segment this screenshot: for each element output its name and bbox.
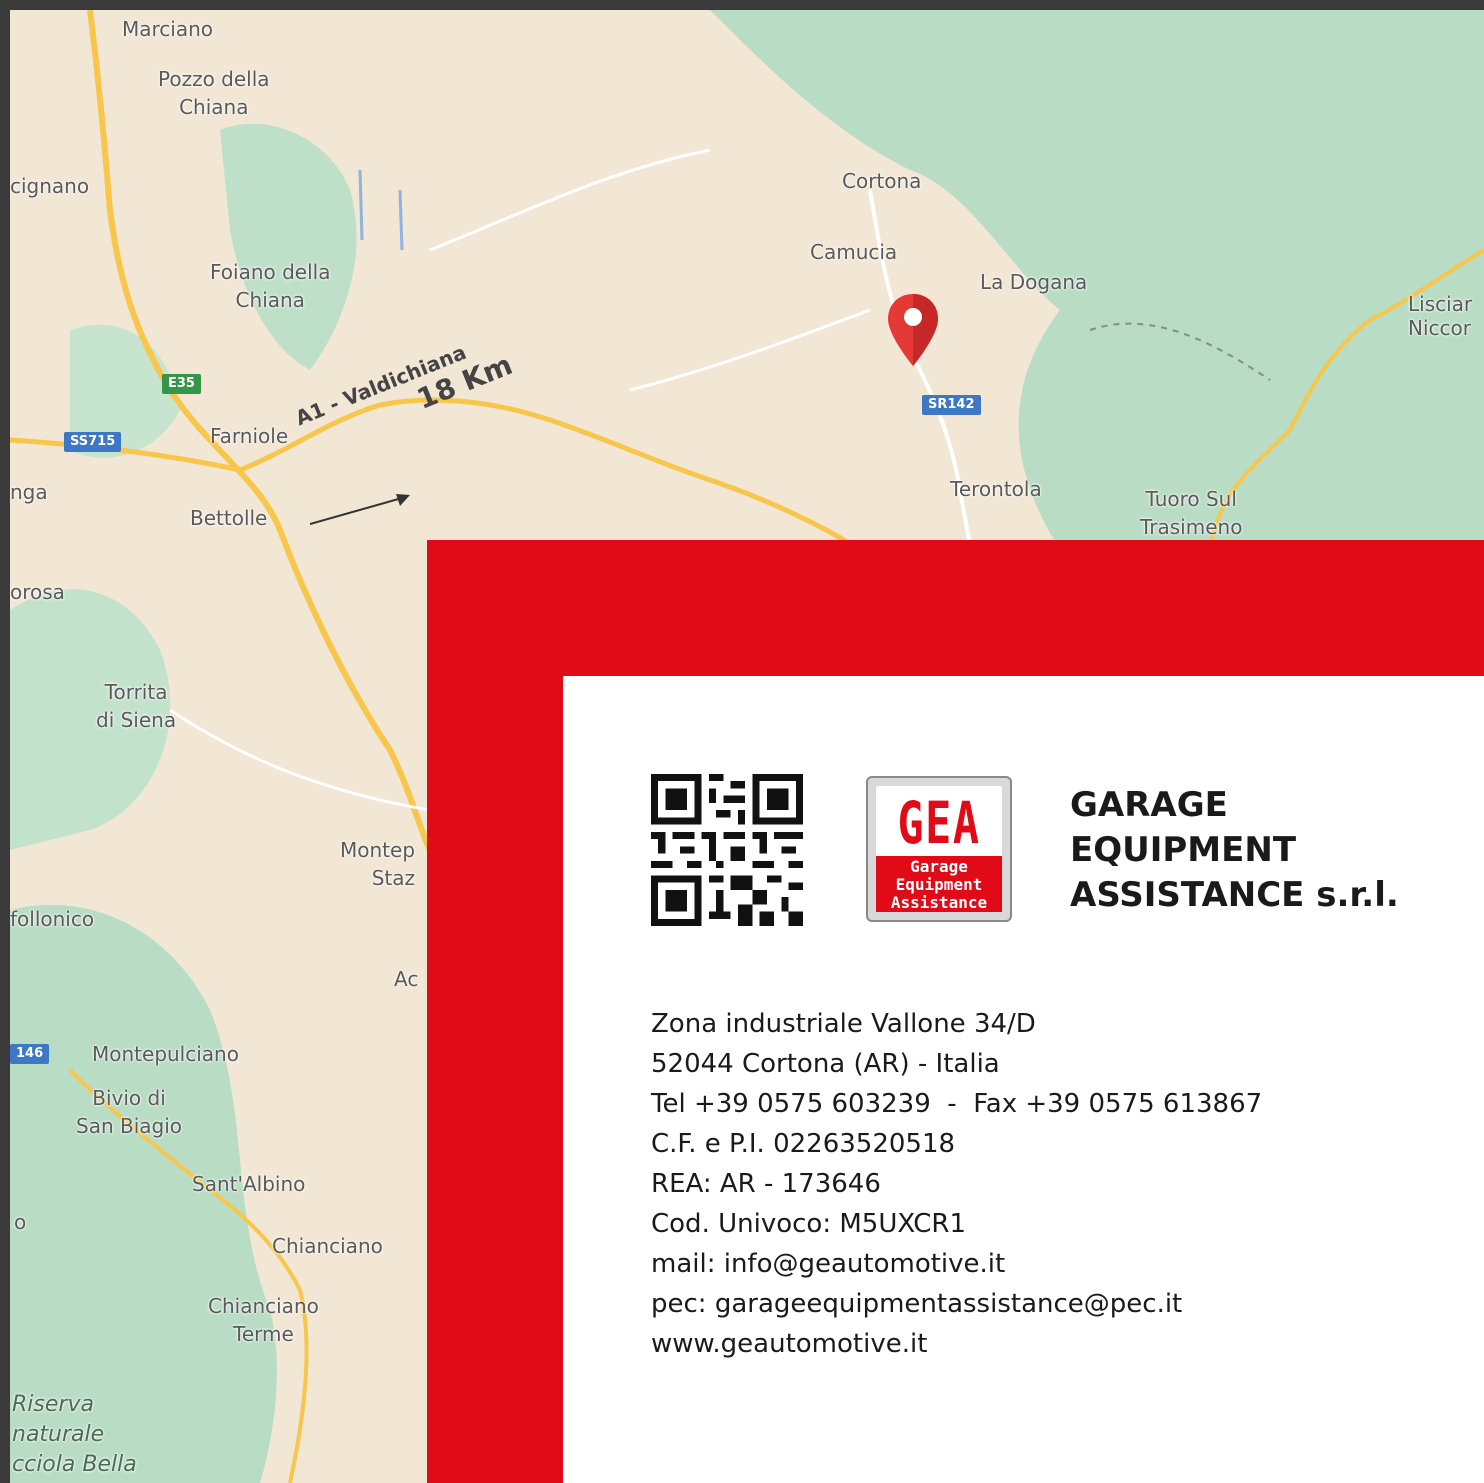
place-label-cortona: Cortona [842, 169, 922, 193]
place-label-terontola: Terontola [950, 477, 1042, 501]
company-line-1: GARAGE [1070, 785, 1228, 825]
city-line: 52044 Cortona (AR) - Italia [651, 1049, 1000, 1079]
contact-info: Zona industriale Vallone 34/D 52044 Cort… [651, 1004, 1262, 1364]
company-line-3: ASSISTANCE s.r.l. [1070, 875, 1399, 915]
website-link[interactable]: www.geautomotive.it [651, 1324, 1262, 1364]
place-label-montepulciano: Montepulciano [92, 1042, 239, 1066]
forest-northwest [220, 123, 357, 370]
place-label-bettolle: Bettolle [190, 506, 268, 530]
place-label-santalbino: Sant'Albino [192, 1172, 306, 1196]
place-label-bivio: Bivio di San Biagio [76, 1086, 183, 1138]
logo-sub-line-1: Garage [910, 857, 968, 876]
road-minor-1 [169, 708, 431, 812]
place-label-cignano: cignano [10, 174, 90, 198]
map-pin-icon[interactable] [885, 292, 941, 368]
place-label-farniole: Farniole [210, 424, 289, 448]
road-minor-3 [629, 308, 871, 392]
place-label-follonico: follonico [10, 907, 95, 931]
vat-line: C.F. e P.I. 02263520518 [651, 1129, 956, 1159]
river [358, 169, 404, 251]
route-arrow-icon [310, 494, 410, 525]
rea-line: REA: AR - 173646 [651, 1169, 881, 1199]
company-line-2: EQUIPMENT [1070, 830, 1297, 870]
place-label-chianciano: Chianciano [272, 1234, 383, 1258]
place-label-lisciano: Lisciar Niccor [1408, 292, 1473, 340]
place-label-nga: nga [10, 480, 48, 504]
logo-sub-line-3: Assistance [890, 893, 988, 912]
place-label-chiancianoterme: Chianciano Terme [208, 1294, 319, 1346]
place-label-montep: Montep Staz [340, 838, 416, 890]
logo-inner: GEA Garage Equipment Assistance [876, 786, 1002, 912]
place-label-pozzo: Pozzo della Chiana [158, 67, 270, 119]
company-name: GARAGE EQUIPMENT ASSISTANCE s.r.l. [1070, 783, 1399, 918]
place-label-tuoro: Tuoro Sul Trasimeno [1140, 487, 1243, 539]
pec-link[interactable]: pec: garageequipmentassistance@pec.it [651, 1284, 1262, 1324]
road-shield-e35: E35 [162, 374, 201, 394]
road-shield-sr142: SR142 [922, 395, 981, 415]
email-link[interactable]: mail: info@geautomotive.it [651, 1244, 1262, 1284]
place-label-ladogana: La Dogana [980, 270, 1088, 294]
place-label-foiano: Foiano della Chiana [210, 260, 331, 312]
place-label-ac: Ac [394, 967, 419, 991]
place-label-riserva: Riserva naturale cciola Bella [12, 1392, 137, 1477]
place-label-o: o [14, 1210, 27, 1234]
forest-northeast [710, 10, 1484, 550]
road-minor-2 [429, 148, 711, 252]
univocal-code-line: Cod. Univoco: M5UXCR1 [651, 1209, 967, 1239]
place-label-marciano: Marciano [122, 17, 214, 41]
place-label-torrita: Torrita di Siena [96, 680, 177, 732]
road-shield-146: 146 [10, 1044, 50, 1064]
qr-code-icon[interactable] [651, 774, 803, 926]
road-shield-ss715: SS715 [64, 432, 122, 452]
place-label-orosa: orosa [10, 580, 65, 604]
logo-subtitle: Garage Equipment Assistance [876, 856, 1002, 912]
logo-mark: GEA [897, 789, 981, 857]
address-line: Zona industriale Vallone 34/D [651, 1009, 1036, 1039]
place-label-camucia: Camucia [810, 240, 898, 264]
phone-fax-line[interactable]: Tel +39 0575 603239 - Fax +39 0575 61386… [651, 1084, 1262, 1124]
logo-sub-line-2: Equipment [895, 875, 983, 894]
gea-logo: GEA Garage Equipment Assistance [866, 776, 1012, 922]
